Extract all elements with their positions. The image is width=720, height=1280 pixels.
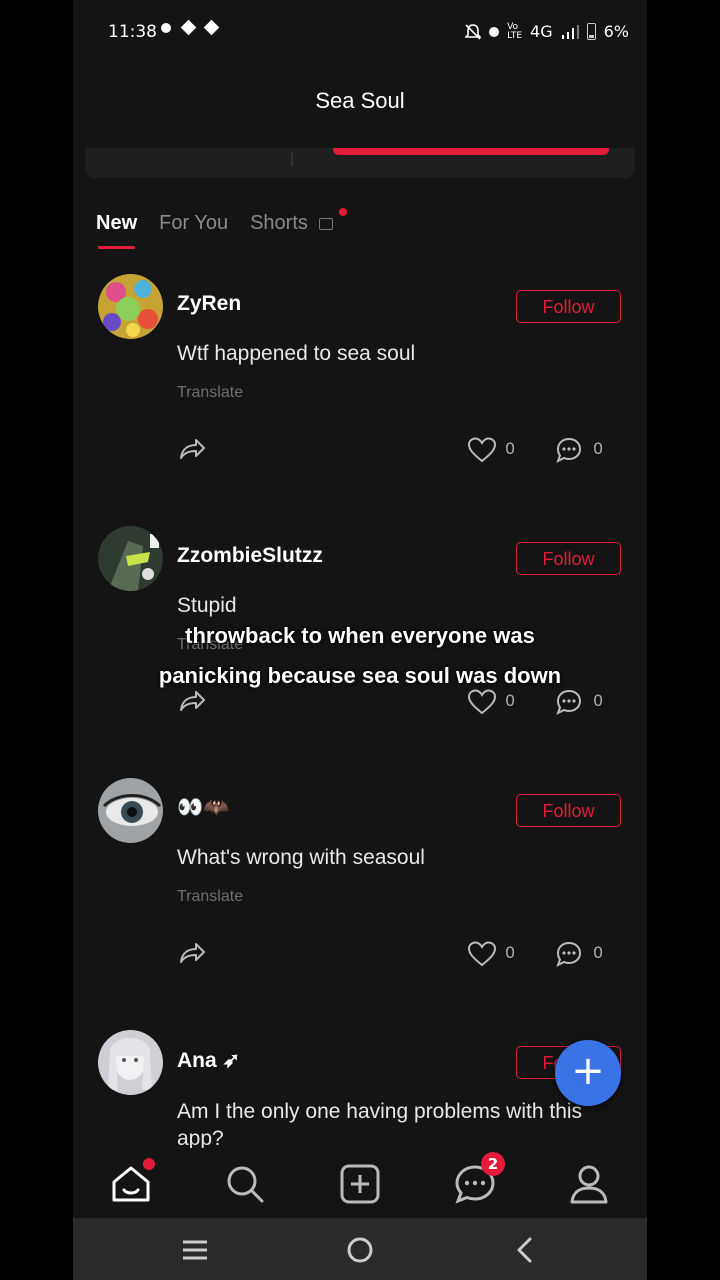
nav-search[interactable] [223, 1162, 267, 1206]
tab-for-you[interactable]: For You [159, 212, 228, 235]
avatar[interactable] [98, 274, 163, 339]
comment-count: 0 [593, 439, 604, 458]
status-bar: 11:38 Vo LTE 4G 6% [73, 0, 647, 66]
feed-tabs: New For You Shorts [96, 208, 348, 249]
bottom-navigation: 2 [73, 1148, 647, 1218]
heart-icon[interactable] [467, 436, 497, 464]
back-icon[interactable] [509, 1234, 541, 1266]
username[interactable]: ZzombieSlutzz [177, 544, 323, 568]
post-card: ZyRen Follow Wtf happened to sea soul Tr… [73, 274, 647, 526]
nav-messages[interactable]: 2 [453, 1152, 505, 1206]
profile-icon [570, 1165, 608, 1204]
battery-icon [586, 23, 596, 40]
like-count: 0 [505, 439, 516, 458]
volte-icon: Vo LTE [507, 21, 523, 41]
status-time: 11:38 [108, 22, 157, 42]
page-title: Sea Soul [315, 88, 405, 113]
like-count: 0 [505, 943, 516, 962]
comment-icon[interactable] [555, 940, 583, 968]
translate-link[interactable]: Translate [177, 384, 243, 402]
banner-indicator [333, 148, 609, 155]
comment-count: 0 [593, 943, 604, 962]
nav-create[interactable] [338, 1162, 382, 1206]
post-content[interactable]: Stupid [177, 594, 237, 618]
tab-shorts[interactable]: Shorts [250, 208, 348, 235]
banner-divider [291, 152, 293, 166]
system-navigation-bar [73, 1218, 647, 1280]
battery-percent: 6% [603, 22, 629, 41]
follow-button[interactable]: Follow [516, 542, 621, 575]
nav-home[interactable] [109, 1158, 155, 1206]
username[interactable]: 👀🦇 [177, 796, 229, 820]
avatar[interactable] [98, 526, 163, 591]
nav-profile[interactable] [567, 1162, 611, 1206]
heart-icon[interactable] [467, 940, 497, 968]
translate-link[interactable]: Translate [177, 888, 243, 906]
share-icon[interactable] [177, 938, 207, 968]
follow-button[interactable]: Follow [516, 290, 621, 323]
home-badge-dot [143, 1158, 155, 1170]
recent-apps-icon[interactable] [179, 1234, 211, 1266]
app-notification-icon [180, 19, 197, 36]
app-notification-icon [203, 19, 220, 36]
avatar[interactable] [98, 778, 163, 843]
caption-line: throwback to when everyone was [185, 623, 535, 648]
post-card: 👀🦇 Follow What's wrong with seasoul Tran… [73, 778, 647, 1030]
username[interactable]: ZyRen [177, 292, 241, 316]
create-post-fab[interactable]: + [555, 1040, 621, 1106]
tv-icon [319, 218, 334, 230]
network-type: 4G [530, 22, 553, 41]
phone-screen: 11:38 Vo LTE 4G 6% Sea Soul New For You S… [73, 0, 647, 1280]
messages-badge: 2 [481, 1152, 505, 1176]
home-circle-icon[interactable] [344, 1234, 376, 1266]
comment-icon[interactable] [555, 436, 583, 464]
video-caption-overlay: throwback to when everyone was panicking… [73, 616, 647, 696]
tab-new[interactable]: New [96, 212, 137, 249]
share-icon[interactable] [177, 434, 207, 464]
signal-icon [561, 24, 579, 39]
new-dot-badge [339, 208, 348, 216]
follow-button[interactable]: Follow [516, 794, 621, 827]
dnd-icon [489, 26, 500, 37]
system-status-icons: Vo LTE 4G 6% [465, 22, 629, 41]
post-content[interactable]: What's wrong with seasoul [177, 846, 425, 870]
post-content[interactable]: Am I the only one having problems with t… [177, 1098, 627, 1148]
username[interactable]: Ana ➶ [177, 1048, 240, 1073]
search-icon [227, 1166, 264, 1203]
post-content[interactable]: Wtf happened to sea soul [177, 342, 415, 366]
tab-shorts-label: Shorts [250, 212, 308, 234]
notification-dot-icon [161, 22, 171, 33]
notification-icons [161, 19, 220, 36]
mute-icon [465, 23, 482, 40]
avatar[interactable] [98, 1030, 163, 1095]
add-post-icon [340, 1164, 380, 1204]
caption-line: panicking because sea soul was down [158, 663, 562, 688]
